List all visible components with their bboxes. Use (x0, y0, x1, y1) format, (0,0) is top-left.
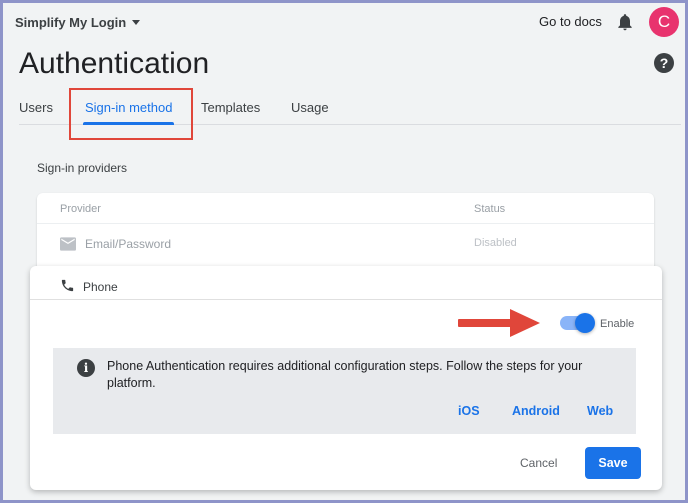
column-header-provider: Provider (60, 203, 101, 215)
tab-usage[interactable]: Usage (291, 100, 329, 115)
enable-toggle[interactable] (560, 313, 595, 333)
save-button[interactable]: Save (585, 447, 641, 479)
table-row[interactable]: Email/Password Disabled (37, 223, 654, 263)
go-to-docs-link[interactable]: Go to docs (539, 14, 602, 29)
column-header-status: Status (474, 203, 506, 215)
tab-templates[interactable]: Templates (201, 100, 260, 115)
ios-link[interactable]: iOS (458, 404, 480, 418)
provider-name: Email/Password (85, 237, 172, 251)
providers-table: Provider Status Email/Password Disabled (37, 193, 654, 273)
info-icon: i (77, 359, 95, 377)
info-banner: i Phone Authentication requires addition… (53, 348, 636, 434)
annotation-arrow (458, 309, 540, 337)
project-selector[interactable]: Simplify My Login (15, 15, 141, 30)
phone-provider-name: Phone (83, 280, 118, 294)
cancel-button[interactable]: Cancel (520, 456, 557, 470)
phone-provider-panel: Phone Enable i Phone Authentication requ… (30, 266, 662, 490)
enable-label: Enable (600, 318, 635, 330)
help-icon[interactable]: ? (654, 53, 674, 73)
web-link[interactable]: Web (587, 404, 613, 418)
page-title: Authentication (19, 47, 210, 80)
avatar[interactable]: C (649, 7, 679, 37)
provider-status: Disabled (474, 237, 517, 249)
bell-icon[interactable] (615, 11, 635, 33)
info-text: Phone Authentication requires additional… (107, 359, 583, 390)
phone-panel-header: Phone (30, 266, 662, 300)
project-name: Simplify My Login (15, 15, 127, 30)
chevron-down-icon (132, 20, 141, 25)
tab-users[interactable]: Users (19, 100, 53, 115)
android-link[interactable]: Android (512, 404, 560, 418)
email-icon (60, 237, 76, 251)
toggle-knob (575, 313, 595, 333)
phone-icon (61, 279, 74, 292)
annotation-highlight-box (69, 88, 193, 140)
section-label: Sign-in providers (37, 161, 128, 175)
top-bar: Simplify My Login Go to docs C (3, 3, 685, 45)
